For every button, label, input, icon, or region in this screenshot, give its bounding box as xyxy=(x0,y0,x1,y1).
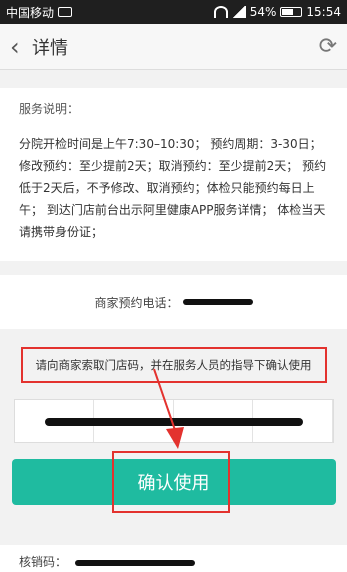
carrier-text: 中国移动 xyxy=(6,5,55,20)
refresh-icon[interactable]: ⟳ xyxy=(319,34,337,59)
wifi-icon xyxy=(213,6,228,18)
status-bar: 中国移动 54% 15:54 xyxy=(0,0,347,24)
verification-code-row: 核销码： xyxy=(0,545,347,572)
phone-label: 商家预约电话： xyxy=(94,295,179,310)
phone-row: 商家预约电话： xyxy=(0,275,347,329)
clock: 15:54 xyxy=(306,5,341,19)
notification-icon xyxy=(58,7,73,17)
battery-percent: 54% xyxy=(249,5,277,19)
signal-icon xyxy=(231,6,246,18)
confirm-button[interactable]: 确认使用 xyxy=(11,459,336,505)
annotation-arrow-icon xyxy=(153,368,184,449)
code-label: 核销码： xyxy=(19,555,68,569)
phone-redacted xyxy=(182,299,253,305)
service-title: 服务说明： xyxy=(19,102,80,116)
code-value-redacted xyxy=(74,559,195,566)
page-title: 详情 xyxy=(32,37,68,59)
battery-icon xyxy=(280,7,303,17)
service-card: 服务说明： 分院开检时间是上午7:30–10:30； 预约周期：3-30日； 修… xyxy=(0,88,347,261)
header: ‹ 详情 ⟳ xyxy=(0,24,347,70)
back-icon[interactable]: ‹ xyxy=(10,33,28,61)
service-description: 分院开检时间是上午7:30–10:30； 预约周期：3-30日； 修改预约：至少… xyxy=(19,137,327,239)
